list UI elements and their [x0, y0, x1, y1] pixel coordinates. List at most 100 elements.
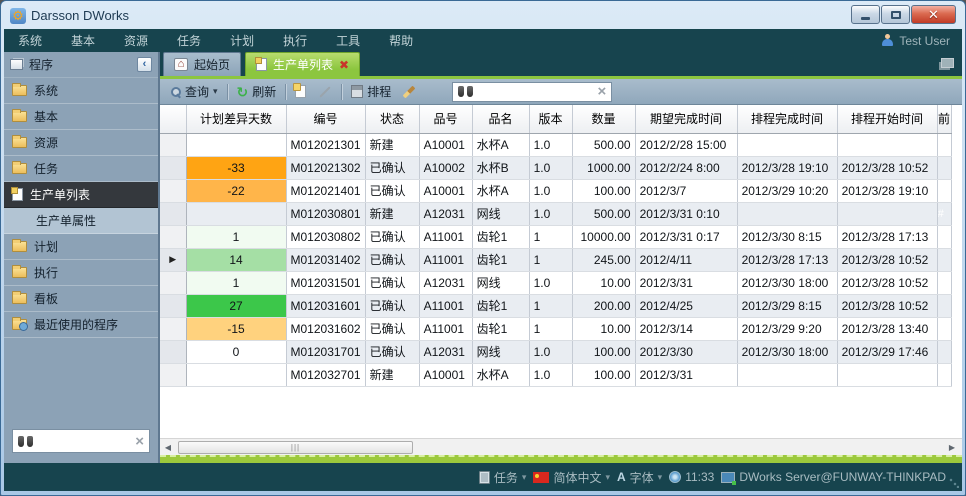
current-row-marker[interactable]: ▶: [160, 248, 186, 271]
scroll-right-icon[interactable]: ▶: [944, 443, 960, 452]
table-cell[interactable]: -22: [186, 179, 286, 202]
table-cell[interactable]: 2012/3/30: [635, 340, 737, 363]
table-cell[interactable]: 1: [186, 271, 286, 294]
table-cell[interactable]: 1000.00: [572, 156, 635, 179]
table-cell[interactable]: [937, 156, 951, 179]
table-cell[interactable]: A10001: [419, 179, 472, 202]
table-row[interactable]: -33M012021302已确认A10002水杯B1.01000.002012/…: [160, 156, 951, 179]
tab-close-icon[interactable]: ✖: [339, 59, 349, 71]
table-cell[interactable]: [937, 133, 951, 156]
table-cell[interactable]: 2012/3/28 10:52: [837, 248, 937, 271]
table-cell[interactable]: 2012/4/25: [635, 294, 737, 317]
table-cell[interactable]: 2012/3/28 10:52: [837, 156, 937, 179]
table-cell[interactable]: 已确认: [365, 294, 419, 317]
table-cell[interactable]: 已确认: [365, 340, 419, 363]
statusbar-task[interactable]: 任务 ▾: [479, 469, 527, 486]
column-header[interactable]: 版本: [529, 105, 572, 133]
table-cell[interactable]: M012032701: [286, 363, 365, 386]
sidebar-item[interactable]: 系统: [4, 78, 158, 104]
menu-item[interactable]: 任务: [177, 32, 201, 49]
table-cell[interactable]: 2012/3/31 0:10: [635, 202, 737, 225]
statusbar-font[interactable]: A 字体 ▾: [617, 469, 662, 486]
table-cell[interactable]: [737, 202, 837, 225]
table-cell[interactable]: 100.00: [572, 179, 635, 202]
table-cell[interactable]: 1.0: [529, 340, 572, 363]
table-cell[interactable]: 2012/3/29 17:46: [837, 340, 937, 363]
table-cell[interactable]: M012031501: [286, 271, 365, 294]
table-cell[interactable]: 齿轮1: [472, 225, 529, 248]
row-selector[interactable]: [160, 294, 186, 317]
table-cell[interactable]: [837, 133, 937, 156]
table-cell[interactable]: 2012/2/28 15:00: [635, 133, 737, 156]
table-cell[interactable]: [737, 133, 837, 156]
table-cell[interactable]: M012031402: [286, 248, 365, 271]
table-row[interactable]: M012021301新建A10001水杯A1.0500.002012/2/28 …: [160, 133, 951, 156]
table-cell[interactable]: 2012/3/30 18:00: [737, 340, 837, 363]
table-cell[interactable]: A10001: [419, 363, 472, 386]
tab-home[interactable]: ⌂ 起始页: [163, 52, 241, 76]
table-cell[interactable]: 齿轮1: [472, 317, 529, 340]
sidebar-item[interactable]: 基本: [4, 104, 158, 130]
scroll-left-icon[interactable]: ◀: [160, 443, 176, 452]
table-cell[interactable]: [937, 179, 951, 202]
table-cell[interactable]: -33: [186, 156, 286, 179]
table-cell[interactable]: 2012/4/11: [635, 248, 737, 271]
table-cell[interactable]: 10.00: [572, 271, 635, 294]
table-cell[interactable]: A11001: [419, 294, 472, 317]
table-cell[interactable]: 齿轮1: [472, 294, 529, 317]
row-selector[interactable]: [160, 133, 186, 156]
table-cell[interactable]: 1: [529, 225, 572, 248]
table-cell[interactable]: 水杯A: [472, 179, 529, 202]
column-header[interactable]: 品名: [472, 105, 529, 133]
sidebar-item[interactable]: 生产单属性: [4, 208, 158, 234]
row-selector[interactable]: [160, 202, 186, 225]
menu-item[interactable]: 帮助: [389, 32, 413, 49]
table-cell[interactable]: 2012/3/28 10:52: [837, 294, 937, 317]
table-cell[interactable]: 2012/3/28 19:10: [737, 156, 837, 179]
column-header[interactable]: 排程开始时间: [837, 105, 937, 133]
sidebar-item[interactable]: 最近使用的程序: [4, 312, 158, 338]
column-header[interactable]: 计划差异天数: [186, 105, 286, 133]
table-cell[interactable]: 1: [529, 248, 572, 271]
table-cell[interactable]: 1.0: [529, 133, 572, 156]
table-cell[interactable]: [186, 133, 286, 156]
row-selector[interactable]: [160, 271, 186, 294]
table-cell[interactable]: A10001: [419, 133, 472, 156]
table-cell[interactable]: 245.00: [572, 248, 635, 271]
menu-item[interactable]: 资源: [124, 32, 148, 49]
table-cell[interactable]: [937, 363, 951, 386]
row-selector[interactable]: [160, 317, 186, 340]
scrollbar-thumb[interactable]: |||: [178, 441, 413, 454]
table-row[interactable]: -15M012031602已确认A11001齿轮1110.002012/3/14…: [160, 317, 951, 340]
table-cell[interactable]: 500.00: [572, 202, 635, 225]
menu-item[interactable]: 计划: [230, 32, 254, 49]
table-cell[interactable]: [837, 363, 937, 386]
table-cell[interactable]: M012030801: [286, 202, 365, 225]
table-cell[interactable]: A11001: [419, 225, 472, 248]
table-cell[interactable]: [186, 202, 286, 225]
table-cell[interactable]: 2012/3/7: [635, 179, 737, 202]
resize-grip[interactable]: [949, 478, 959, 488]
table-cell[interactable]: 2012/2/24 8:00: [635, 156, 737, 179]
table-cell[interactable]: 水杯A: [472, 363, 529, 386]
table-cell[interactable]: 2012/3/30 8:15: [737, 225, 837, 248]
table-cell[interactable]: 1.0: [529, 363, 572, 386]
table-cell[interactable]: 新建: [365, 363, 419, 386]
table-cell[interactable]: A12031: [419, 271, 472, 294]
column-header[interactable]: 前: [937, 105, 951, 133]
table-cell[interactable]: A12031: [419, 340, 472, 363]
row-selector[interactable]: [160, 363, 186, 386]
sidebar-item[interactable]: 执行: [4, 260, 158, 286]
table-cell[interactable]: [186, 363, 286, 386]
table-cell[interactable]: -15: [186, 317, 286, 340]
table-cell[interactable]: 已确认: [365, 156, 419, 179]
refresh-button[interactable]: ↻ 刷新: [234, 81, 280, 102]
table-cell[interactable]: 1.0: [529, 156, 572, 179]
table-cell[interactable]: 10.00: [572, 317, 635, 340]
sidebar-item[interactable]: 计划: [4, 234, 158, 260]
clean-button[interactable]: [400, 83, 418, 101]
sidebar-item[interactable]: 资源: [4, 130, 158, 156]
table-cell[interactable]: [737, 363, 837, 386]
table-cell[interactable]: 2012/3/28 19:10: [837, 179, 937, 202]
table-cell[interactable]: M012021301: [286, 133, 365, 156]
